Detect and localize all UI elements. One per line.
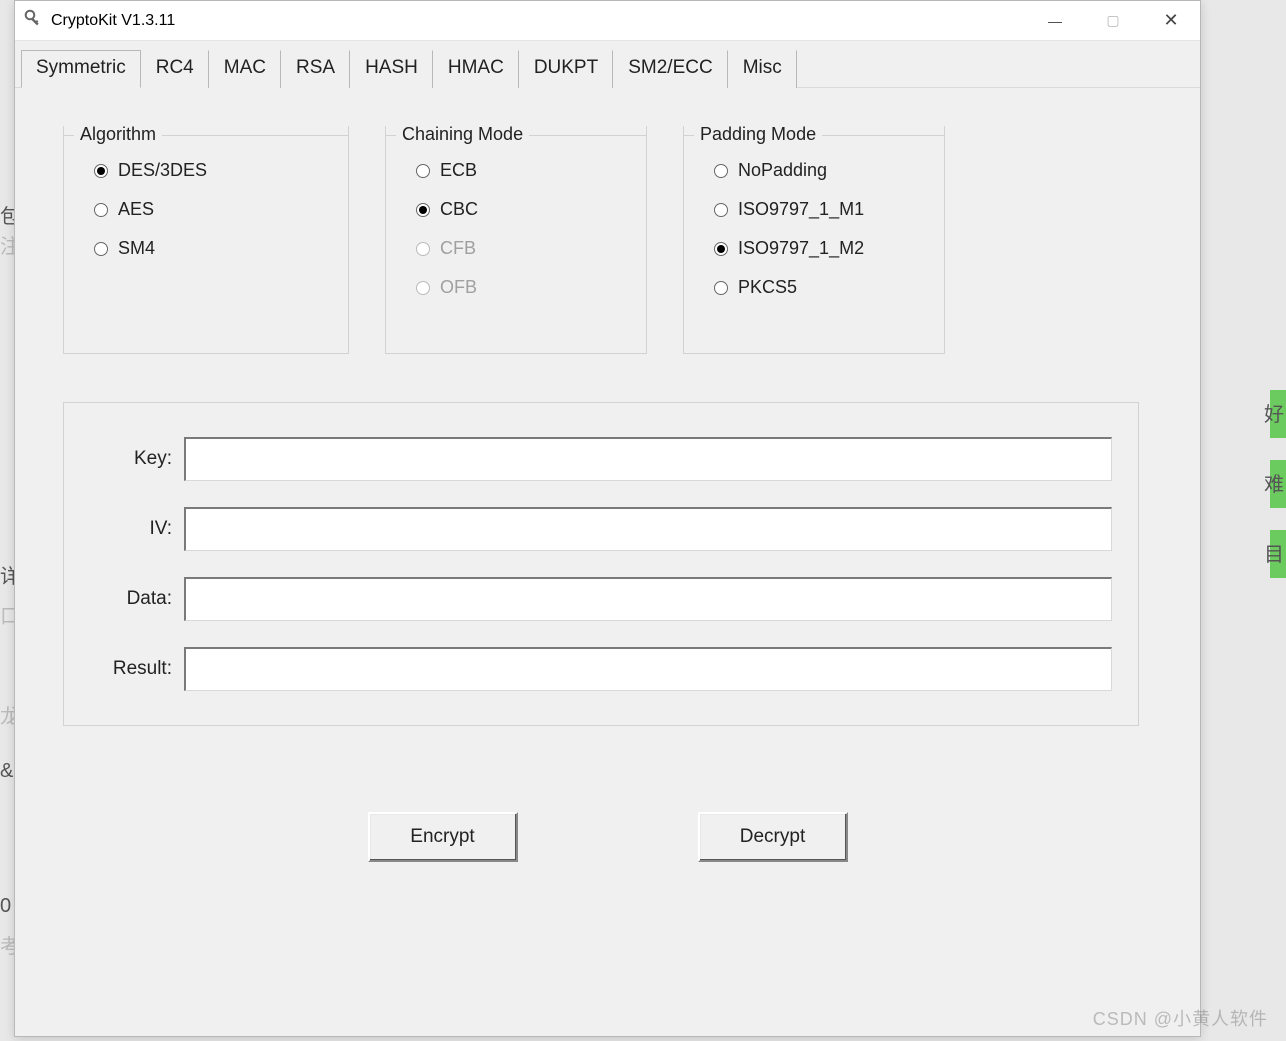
close-button[interactable]: ✕ [1142, 1, 1200, 40]
input-iv[interactable] [184, 507, 1112, 551]
tab-hash[interactable]: HASH [350, 50, 433, 88]
tab-rc4[interactable]: RC4 [141, 50, 209, 88]
radio-icon [416, 281, 430, 295]
radio-label: ISO9797_1_M2 [738, 238, 864, 259]
app-title: CryptoKit V1.3.11 [51, 12, 175, 30]
io-box: Key: IV: Data: Result: [63, 402, 1139, 726]
radio-icon [714, 242, 728, 256]
encrypt-button[interactable]: Encrypt [368, 812, 518, 862]
tab-dukpt[interactable]: DUKPT [519, 50, 613, 88]
group-padding: Padding Mode NoPadding ISO9797_1_M1 I [683, 126, 945, 354]
radio-label: AES [118, 199, 154, 220]
bg-text: 难 [1264, 468, 1284, 497]
group-algorithm: Algorithm DES/3DES AES SM4 [63, 126, 349, 354]
tab-symmetric[interactable]: Symmetric [21, 50, 141, 88]
radio-pad-iso9797-1-m1[interactable]: ISO9797_1_M1 [714, 199, 926, 220]
radio-label: ECB [440, 160, 477, 181]
radio-icon [94, 242, 108, 256]
bg-text: & [0, 760, 13, 783]
radio-chain-cbc[interactable]: CBC [416, 199, 628, 220]
maximize-icon: ▢ [1106, 12, 1119, 29]
label-iv: IV: [90, 518, 172, 540]
input-key[interactable] [184, 437, 1112, 481]
maximize-button[interactable]: ▢ [1084, 1, 1142, 40]
tab-body-symmetric: Algorithm DES/3DES AES SM4 [15, 88, 1200, 890]
bg-text: 0 [0, 895, 11, 918]
radio-label: PKCS5 [738, 277, 797, 298]
group-chaining: Chaining Mode ECB CBC CFB [385, 126, 647, 354]
radio-icon [416, 242, 430, 256]
tab-sm2ecc[interactable]: SM2/ECC [613, 50, 727, 88]
radio-algo-des3des[interactable]: DES/3DES [94, 160, 330, 181]
radio-label: CBC [440, 199, 478, 220]
tab-misc[interactable]: Misc [728, 50, 797, 88]
radio-label: SM4 [118, 238, 155, 259]
radio-chain-ecb[interactable]: ECB [416, 160, 628, 181]
radio-chain-ofb: OFB [416, 277, 628, 298]
radio-icon [714, 164, 728, 178]
close-icon: ✕ [1163, 10, 1178, 31]
bg-text: 目 [1264, 538, 1284, 567]
titlebar: CryptoKit V1.3.11 — ▢ ✕ [15, 1, 1200, 41]
radio-icon [416, 203, 430, 217]
radio-label: OFB [440, 277, 477, 298]
group-chaining-title: Chaining Mode [396, 124, 529, 145]
tab-rsa[interactable]: RSA [281, 50, 350, 88]
app-window: CryptoKit V1.3.11 — ▢ ✕ Symmetric RC4 MA… [14, 0, 1201, 1037]
client-area: Symmetric RC4 MAC RSA HASH HMAC DUKPT SM… [15, 41, 1200, 1036]
group-padding-title: Padding Mode [694, 124, 822, 145]
radio-pad-nopadding[interactable]: NoPadding [714, 160, 926, 181]
radio-icon [416, 164, 430, 178]
label-key: Key: [90, 448, 172, 470]
label-data: Data: [90, 588, 172, 610]
radio-algo-sm4[interactable]: SM4 [94, 238, 330, 259]
radio-label: CFB [440, 238, 476, 259]
label-result: Result: [90, 658, 172, 680]
app-icon [23, 8, 43, 33]
radio-chain-cfb: CFB [416, 238, 628, 259]
bg-text: 好 [1264, 398, 1284, 427]
radio-icon [94, 203, 108, 217]
input-result[interactable] [184, 647, 1112, 691]
minimize-icon: — [1048, 13, 1062, 29]
tab-hmac[interactable]: HMAC [433, 50, 519, 88]
tab-mac[interactable]: MAC [209, 50, 281, 88]
radio-icon [94, 164, 108, 178]
radio-icon [714, 203, 728, 217]
input-data[interactable] [184, 577, 1112, 621]
radio-pad-iso9797-1-m2[interactable]: ISO9797_1_M2 [714, 238, 926, 259]
radio-pad-pkcs5[interactable]: PKCS5 [714, 277, 926, 298]
radio-algo-aes[interactable]: AES [94, 199, 330, 220]
minimize-button[interactable]: — [1026, 1, 1084, 40]
radio-label: ISO9797_1_M1 [738, 199, 864, 220]
tabstrip: Symmetric RC4 MAC RSA HASH HMAC DUKPT SM… [15, 41, 1200, 88]
group-algorithm-title: Algorithm [74, 124, 162, 145]
radio-label: DES/3DES [118, 160, 207, 181]
radio-icon [714, 281, 728, 295]
decrypt-button[interactable]: Decrypt [698, 812, 848, 862]
radio-label: NoPadding [738, 160, 827, 181]
